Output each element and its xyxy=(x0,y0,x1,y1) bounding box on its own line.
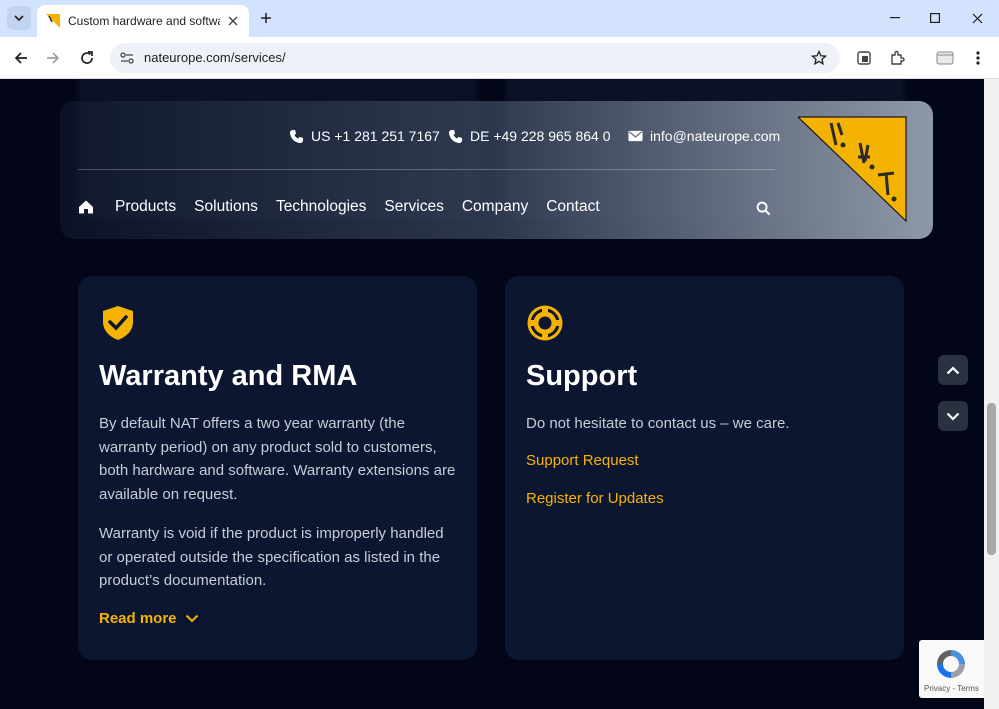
maximize-button[interactable] xyxy=(923,6,947,30)
warranty-paragraph-2: Warranty is void if the product is impro… xyxy=(99,525,444,589)
chevron-down-icon xyxy=(185,614,198,623)
header-divider xyxy=(78,169,775,170)
page-scrollbar[interactable] xyxy=(984,79,999,709)
arrow-right-icon xyxy=(47,52,60,64)
email-text: info@nateurope.com xyxy=(650,128,781,144)
reload-icon xyxy=(81,51,93,64)
browser-tab-bar: Custom hardware and software xyxy=(0,0,999,37)
read-more-button[interactable]: Read more xyxy=(99,610,199,627)
browser-tab[interactable]: Custom hardware and software xyxy=(37,5,249,37)
site-info-icon[interactable] xyxy=(118,49,136,67)
home-icon[interactable] xyxy=(78,198,96,216)
menu-item-solutions[interactable]: Solutions xyxy=(194,198,258,216)
recaptcha-terms[interactable]: Privacy - Terms xyxy=(924,684,979,693)
warranty-card: Warranty and RMA By default NAT offers a… xyxy=(78,276,477,660)
close-window-button[interactable] xyxy=(965,6,989,30)
extensions-icon[interactable] xyxy=(886,47,908,69)
phone-icon xyxy=(448,129,463,143)
forward-button[interactable] xyxy=(41,46,65,70)
envelope-icon xyxy=(628,130,643,142)
scroll-up-button[interactable] xyxy=(938,355,968,385)
register-updates-link[interactable]: Register for Updates xyxy=(526,490,664,507)
phone-us-link[interactable]: US +1 281 251 7167 xyxy=(289,128,440,144)
reload-button[interactable] xyxy=(75,46,99,70)
phone-de-text: DE +49 228 965 864 0 xyxy=(470,128,611,144)
minimize-button[interactable] xyxy=(883,6,907,30)
scrollbar-thumb[interactable] xyxy=(987,403,996,555)
lifebuoy-icon xyxy=(527,305,563,341)
new-tab-button[interactable] xyxy=(256,8,276,28)
phone-de-link[interactable]: DE +49 228 965 864 0 xyxy=(448,128,611,144)
profile-icon[interactable] xyxy=(934,47,956,69)
main-menu: Products Solutions Technologies Services… xyxy=(78,198,618,216)
support-request-link[interactable]: Support Request xyxy=(526,452,639,469)
page-viewport: US +1 281 251 7167 DE +49 228 965 864 0 … xyxy=(0,79,984,709)
menu-item-technologies[interactable]: Technologies xyxy=(276,198,366,216)
arrow-left-icon xyxy=(14,52,27,64)
close-tab-icon[interactable] xyxy=(225,13,241,29)
back-button[interactable] xyxy=(9,46,33,70)
support-paragraph: Do not hesitate to contact us – we care. xyxy=(526,415,790,432)
chevron-down-icon xyxy=(946,412,960,421)
recaptcha-icon xyxy=(937,650,965,678)
email-link[interactable]: info@nateurope.com xyxy=(628,128,780,144)
phone-icon xyxy=(289,129,304,143)
support-title: Support xyxy=(526,360,638,392)
address-bar[interactable]: nateurope.com/services/ xyxy=(110,43,840,73)
nat-favicon-icon xyxy=(46,14,60,28)
browser-toolbar: nateurope.com/services/ xyxy=(0,37,999,79)
shield-check-icon xyxy=(103,306,133,340)
tab-list-button[interactable] xyxy=(7,6,31,30)
phone-us-text: US +1 281 251 7167 xyxy=(311,128,440,144)
url-text[interactable]: nateurope.com/services/ xyxy=(144,50,286,65)
nat-logo[interactable] xyxy=(798,115,908,223)
recaptcha-badge[interactable]: Privacy - Terms xyxy=(919,640,984,698)
scroll-down-button[interactable] xyxy=(938,401,968,431)
site-header: US +1 281 251 7167 DE +49 228 965 864 0 … xyxy=(60,101,933,239)
menu-item-company[interactable]: Company xyxy=(462,198,528,216)
support-card: Support Do not hesitate to contact us – … xyxy=(505,276,904,660)
tab-title: Custom hardware and software xyxy=(68,14,220,28)
warranty-paragraph-1: By default NAT offers a two year warrant… xyxy=(99,415,456,503)
read-more-label: Read more xyxy=(99,610,177,627)
search-icon[interactable] xyxy=(754,199,772,217)
menu-item-contact[interactable]: Contact xyxy=(546,198,599,216)
chevron-up-icon xyxy=(946,365,960,374)
warranty-title: Warranty and RMA xyxy=(99,360,358,392)
chevron-down-icon xyxy=(14,15,24,21)
bookmark-star-icon[interactable] xyxy=(810,49,828,67)
plus-icon xyxy=(261,13,271,23)
media-router-icon[interactable] xyxy=(853,47,875,69)
menu-item-products[interactable]: Products xyxy=(115,198,176,216)
menu-item-services[interactable]: Services xyxy=(384,198,443,216)
more-menu-icon[interactable] xyxy=(967,47,989,69)
